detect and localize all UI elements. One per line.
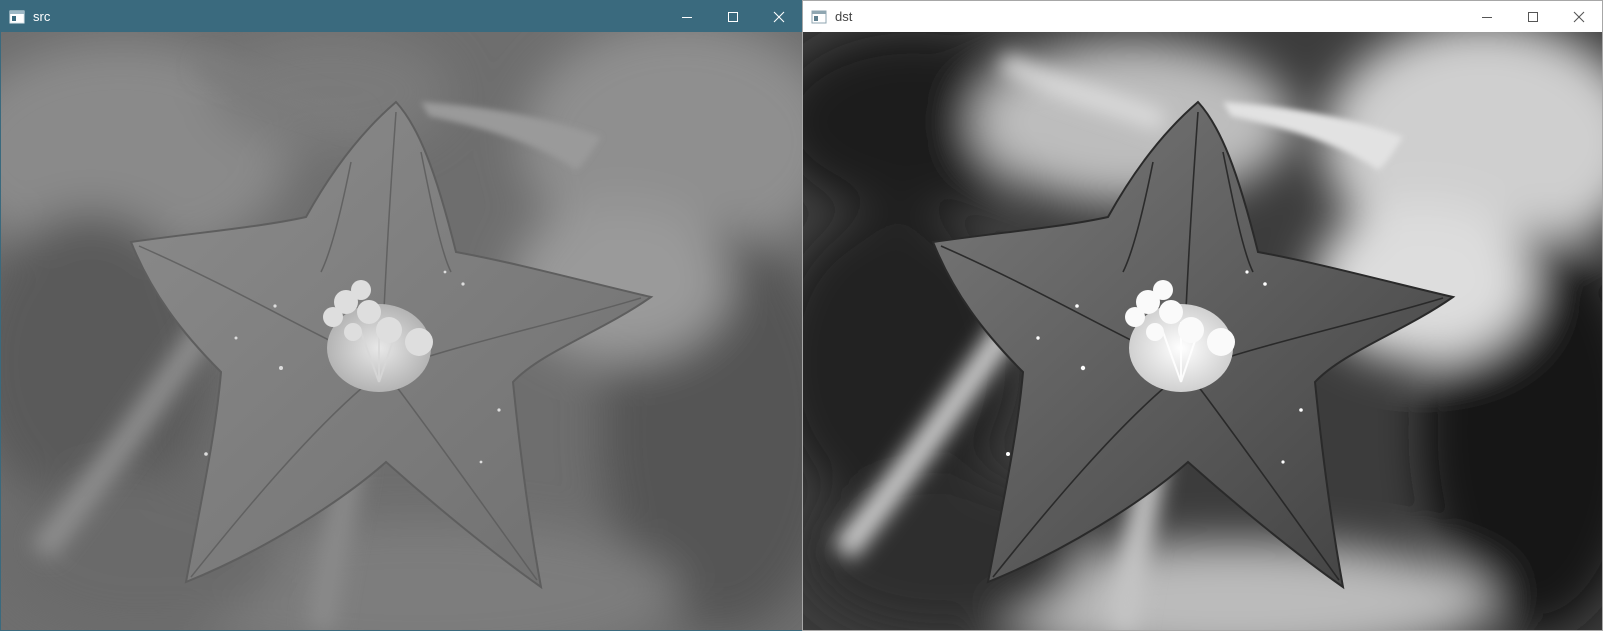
- dst-minimize-button[interactable]: [1464, 1, 1510, 32]
- dst-close-button[interactable]: [1556, 1, 1602, 32]
- desktop: src dst: [0, 0, 1603, 631]
- close-icon: [773, 11, 785, 22]
- src-maximize-button[interactable]: [710, 1, 756, 32]
- close-icon: [1573, 11, 1585, 22]
- maximize-icon: [1528, 11, 1538, 22]
- src-window-title: src: [33, 9, 51, 24]
- src-flower-photo: [1, 32, 802, 630]
- maximize-icon: [728, 11, 738, 22]
- dst-flower-photo: [803, 32, 1602, 630]
- dst-window[interactable]: dst: [802, 0, 1603, 631]
- minimize-icon: [682, 16, 692, 18]
- dst-maximize-button[interactable]: [1510, 1, 1556, 32]
- dst-window-title: dst: [835, 9, 853, 24]
- src-image-canvas[interactable]: [1, 32, 802, 630]
- app-window-icon: [811, 10, 827, 23]
- minimize-icon: [1482, 16, 1492, 18]
- src-titlebar[interactable]: src: [1, 1, 802, 32]
- src-minimize-button[interactable]: [664, 1, 710, 32]
- src-close-button[interactable]: [756, 1, 802, 32]
- dst-titlebar[interactable]: dst: [803, 1, 1602, 32]
- dst-image-canvas[interactable]: [803, 32, 1602, 630]
- app-window-icon: [9, 10, 25, 23]
- src-window[interactable]: src: [0, 0, 803, 631]
